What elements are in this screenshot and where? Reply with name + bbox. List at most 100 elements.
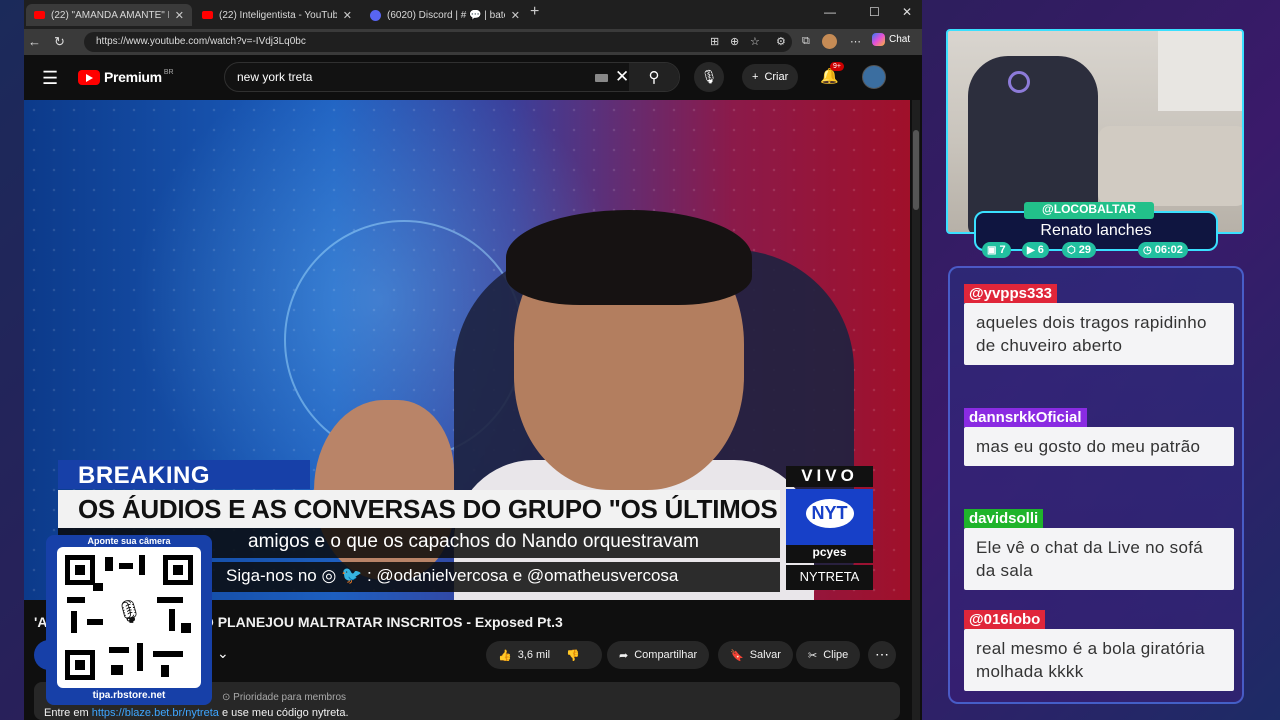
twitch-icon: ▣	[987, 244, 997, 256]
twitter-icon: 🐦	[341, 566, 363, 585]
qr-module	[105, 557, 113, 571]
breaking-news-banner: BREAKING NEWS	[58, 460, 310, 517]
qr-finder	[163, 555, 193, 585]
zoom-icon[interactable]: ⊕	[730, 35, 739, 48]
youtube-icon	[34, 11, 45, 19]
chat-username: dannsrkkOficial	[964, 408, 1087, 427]
chat-panel: @yvpps333 aqueles dois tragos rapidinho …	[948, 266, 1244, 704]
app-icon[interactable]: ⊞	[710, 35, 719, 48]
create-button[interactable]: + Criar	[742, 64, 799, 90]
presenter-hair	[506, 210, 752, 305]
social-banner: Siga-nos no ◎ 🐦 : @odanielvercosa e @oma…	[210, 562, 780, 592]
account-avatar[interactable]	[862, 65, 886, 89]
tab-discord[interactable]: (6020) Discord | # 💬 | bate-papo ✕	[362, 4, 528, 26]
bookmark-icon: 🔖	[730, 649, 744, 662]
tab-inteligentista[interactable]: (22) Inteligentista - YouTube ✕	[194, 4, 360, 26]
qr-module	[71, 611, 77, 633]
qr-caption-bottom: tipa.rbstore.net	[92, 690, 166, 701]
qr-module	[137, 643, 143, 671]
close-window-icon[interactable]: ✕	[902, 5, 912, 19]
qr-module	[67, 597, 85, 603]
chat-text: real mesmo é a bola giratória molhada kk…	[964, 629, 1234, 691]
tab-amanda-video[interactable]: (22) "AMANDA AMANTE" E NANDO ✕	[26, 4, 192, 26]
collections-icon[interactable]: ⧉	[802, 35, 810, 48]
clip-button[interactable]: ✂ Clipe	[796, 641, 861, 669]
profile-avatar[interactable]	[822, 34, 837, 49]
like-dislike-group[interactable]: 👍 3,6 mil 👎	[486, 641, 602, 669]
notification-badge: 9+	[830, 62, 844, 71]
youtube-icon: ▶	[1027, 244, 1035, 256]
share-label: Compartilhar	[634, 649, 698, 661]
close-tab-icon[interactable]: ✕	[343, 9, 352, 22]
menu-icon[interactable]: ☰	[42, 68, 58, 89]
kick-icon: ⬡	[1067, 244, 1076, 256]
reload-icon[interactable]: ↻	[54, 34, 65, 50]
priority-tag: ⊙ Prioridade para membros	[222, 692, 346, 703]
dislike-icon[interactable]: 👎	[566, 649, 580, 662]
sponsor-logo: pcyes	[786, 545, 873, 563]
url-field[interactable]: https://www.youtube.com/watch?v=-IVdj3Lq…	[84, 32, 792, 52]
copilot-label: Chat	[889, 34, 911, 45]
stream-timer-badge: ◷ 06:02	[1138, 242, 1188, 258]
video-player[interactable]: BREAKING NEWS OS ÁUDIOS E AS CONVERSAS D…	[24, 100, 910, 600]
qr-module	[111, 665, 123, 675]
tab-label: (6020) Discord | # 💬 | bate-papo	[387, 9, 505, 21]
keyboard-icon[interactable]	[595, 74, 608, 82]
tab-label: (22) "AMANDA AMANTE" E NANDO	[51, 9, 169, 21]
close-tab-icon[interactable]: ✕	[175, 9, 184, 22]
streamer-handle: @LOCOBALTAR	[1024, 202, 1154, 219]
social-prefix: Siga-nos no	[226, 566, 317, 585]
chat-text: Ele vê o chat da Live no sofá da sala	[964, 528, 1234, 590]
desc-suffix: e use meu código nytreta.	[221, 707, 349, 719]
qr-code: 🎙	[57, 547, 201, 688]
search-icon: ⚲	[648, 69, 660, 86]
search-input[interactable]: new york treta	[237, 70, 312, 84]
like-icon[interactable]: 👍	[498, 649, 512, 662]
more-icon: ⋯	[875, 646, 889, 662]
like-count: 3,6 mil	[517, 649, 551, 661]
share-button[interactable]: ➦ Compartilhar	[607, 641, 710, 669]
chat-message: dannsrkkOficial mas eu gosto do meu patr…	[964, 408, 1234, 466]
stream-timer: 06:02	[1154, 244, 1183, 256]
more-actions-button[interactable]: ⋯	[868, 641, 896, 669]
scissors-icon: ✂	[808, 649, 818, 662]
save-label: Salvar	[749, 649, 781, 661]
favorite-star-icon[interactable]: ☆	[750, 35, 760, 48]
priority-label: Prioridade para membros	[233, 692, 346, 703]
youtube-count: 6	[1037, 244, 1044, 256]
copilot-chat-button[interactable]: Chat	[872, 33, 910, 46]
youtube-icon	[202, 11, 213, 19]
notifications-button[interactable]: 🔔 9+	[820, 62, 844, 85]
logo-text: Premium	[104, 69, 162, 85]
clear-search-icon[interactable]: ✕	[615, 67, 629, 87]
qr-module	[109, 647, 129, 653]
qr-module	[93, 583, 103, 591]
chevron-down-icon[interactable]: ⌄	[217, 645, 229, 662]
search-button[interactable]: ⚲	[629, 63, 679, 91]
chat-text: aqueles dois tragos rapidinho de chuveir…	[964, 303, 1234, 365]
youtube-premium-logo[interactable]: Premium BR	[78, 69, 174, 85]
more-menu-icon[interactable]: ⋯	[850, 35, 861, 48]
voice-search-button[interactable]: 🎙	[694, 62, 724, 92]
search-box[interactable]: new york treta ✕ ⚲	[224, 62, 680, 92]
qr-module	[87, 619, 103, 625]
minimize-icon[interactable]: —	[824, 5, 836, 19]
twitch-viewers-badge: ▣ 7	[982, 242, 1011, 258]
qr-module	[153, 651, 183, 657]
extensions-icon[interactable]: ⚙	[776, 35, 786, 48]
qr-module	[139, 555, 145, 575]
close-tab-icon[interactable]: ✕	[511, 9, 520, 22]
desc-link[interactable]: https://blaze.bet.br/nytreta	[92, 707, 219, 719]
clock-icon: ◷	[1143, 244, 1152, 256]
back-icon[interactable]: ←	[28, 34, 41, 49]
qr-overlay: Aponte sua câmera 🎙 tipa.rbstore.net	[46, 535, 212, 705]
discord-icon	[370, 9, 381, 21]
qr-finder	[65, 555, 95, 585]
page-scrollbar[interactable]	[912, 100, 920, 720]
tab-bar: (22) "AMANDA AMANTE" E NANDO ✕ (22) Inte…	[24, 0, 922, 29]
maximize-icon[interactable]: ☐	[869, 5, 880, 19]
qr-module	[169, 609, 175, 631]
save-button[interactable]: 🔖 Salvar	[718, 641, 793, 669]
new-tab-icon[interactable]: +	[530, 3, 539, 21]
scrollbar-thumb[interactable]	[913, 130, 919, 210]
